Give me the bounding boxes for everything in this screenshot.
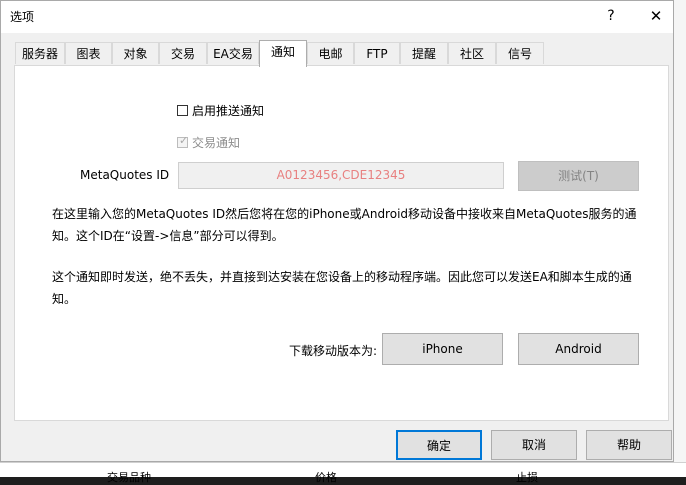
tab-ftp[interactable]: FTP — [354, 42, 400, 64]
help-button[interactable]: 帮助 — [586, 430, 672, 460]
background-column-sl: 止损 — [516, 471, 538, 484]
metaquotes-id-input[interactable]: A0123456,CDE12345 — [178, 162, 504, 189]
dialog-title: 选项 — [10, 10, 35, 24]
download-label: 下载移动版本为: — [289, 344, 378, 358]
trade-notify-checkbox: ✓ — [177, 134, 189, 148]
close-icon[interactable]: ✕ — [643, 5, 669, 27]
enable-push-label: 启用推送通知 — [192, 104, 265, 118]
iphone-button[interactable]: iPhone — [382, 333, 503, 365]
cancel-button[interactable]: 取消 — [491, 430, 577, 460]
tab-trade[interactable]: 交易 — [159, 42, 207, 64]
checkmark-icon: ✓ — [179, 134, 189, 147]
tab-notifications[interactable]: 通知 — [259, 40, 307, 67]
title-bar: 选项 ? ✕ — [1, 1, 673, 33]
ok-button[interactable]: 确定 — [396, 430, 482, 460]
trade-notify-checkbox-row: ✓ 交易通知 — [177, 134, 240, 151]
options-dialog: 选项 ? ✕ 服务器 图表 对象 交易 EA交易 通知 电邮 FTP 提醒 社区… — [0, 0, 674, 462]
tab-signals[interactable]: 信号 — [496, 42, 544, 64]
tab-charts[interactable]: 图表 — [65, 42, 112, 64]
enable-push-checkbox-row[interactable]: 启用推送通知 — [177, 102, 264, 119]
tab-expert-advisors[interactable]: EA交易 — [207, 42, 259, 64]
tab-server[interactable]: 服务器 — [15, 42, 65, 64]
tab-email[interactable]: 电邮 — [307, 42, 354, 64]
background-column-price: 价格 — [315, 471, 337, 484]
tab-objects[interactable]: 对象 — [112, 42, 159, 64]
info-paragraph-2: 这个通知即时发送，绝不丢失，并直接到达安装在您设备上的移动程序端。因此您可以发送… — [52, 270, 632, 306]
background-window-strip: 交易品种 价格 止损 — [0, 462, 686, 484]
tab-community[interactable]: 社区 — [448, 42, 496, 64]
info-paragraph-1: 在这里输入您的MetaQuotes ID然后您将在您的iPhone或Androi… — [52, 207, 637, 243]
android-button[interactable]: Android — [518, 333, 639, 365]
background-window-edge — [674, 0, 686, 462]
background-column-symbol: 交易品种 — [107, 471, 151, 484]
help-icon[interactable]: ? — [598, 5, 624, 27]
enable-push-checkbox[interactable] — [177, 105, 188, 116]
test-button: 测试(T) — [518, 161, 639, 191]
metaquotes-id-label: MetaQuotes ID — [80, 168, 170, 182]
tab-alerts[interactable]: 提醒 — [400, 42, 448, 64]
trade-notify-label: 交易通知 — [192, 136, 241, 150]
